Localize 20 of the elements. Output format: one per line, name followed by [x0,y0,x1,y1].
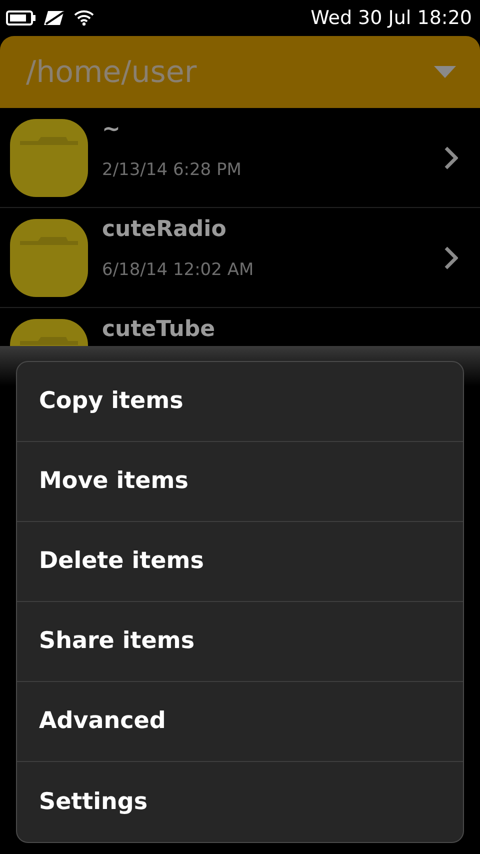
no-sim-icon [44,10,66,26]
folder-icon [10,118,88,196]
menu-item[interactable]: Advanced [17,682,463,762]
menu-item[interactable]: Share items [17,602,463,682]
status-clock: Wed 30 Jul 18:20 [310,6,472,31]
menu-item[interactable]: Settings [17,762,463,842]
wifi-icon [74,10,94,26]
folder-name: cuteTube [102,318,216,342]
folder-name: ~ [102,118,122,142]
modified-date: 6/18/14 12:02 AM [102,259,255,282]
dropdown-arrow-icon [434,66,456,78]
folder-row[interactable]: cuteRadio 6/18/14 12:02 AM [0,208,480,308]
folder-row[interactable]: ~ 2/13/14 6:28 PM [0,108,480,208]
menu-item[interactable]: Delete items [17,522,463,602]
folder-name: cuteRadio [102,218,228,242]
menu-item[interactable]: Copy items [17,362,463,442]
modified-date: 2/13/14 6:28 PM [102,159,242,182]
battery-icon [6,10,36,26]
menu-item[interactable]: Move items [17,442,463,522]
folder-icon [10,218,88,296]
